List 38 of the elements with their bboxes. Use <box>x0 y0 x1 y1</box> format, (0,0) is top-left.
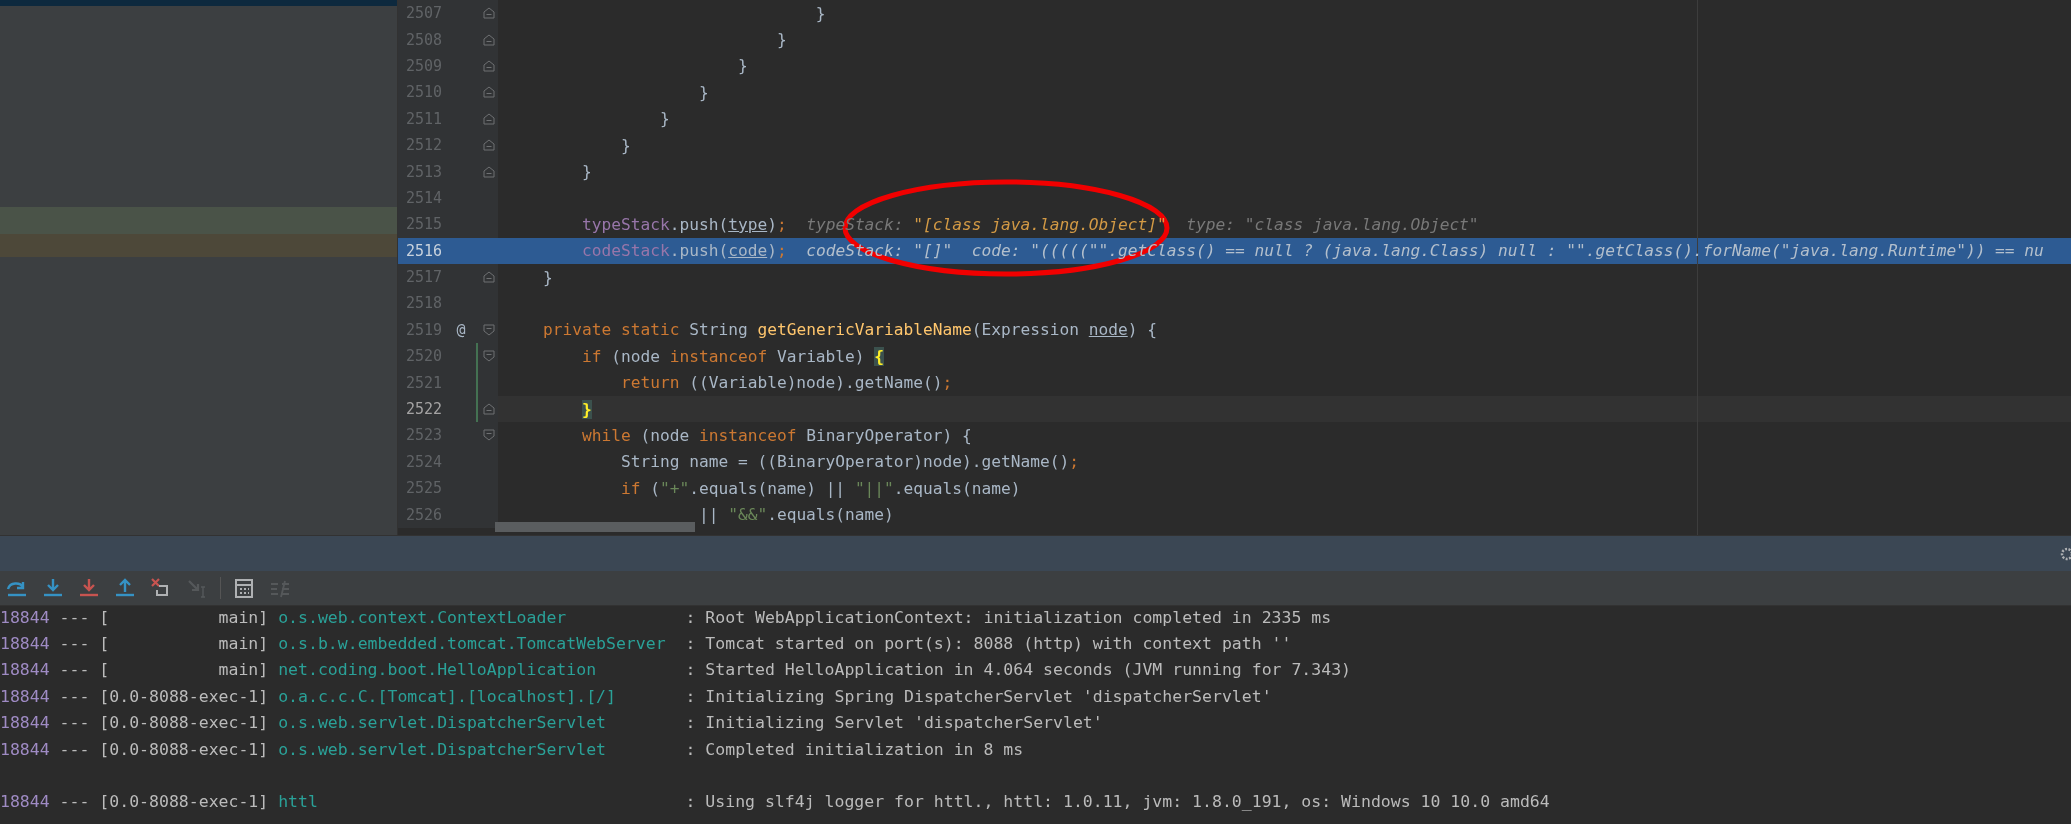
log-line: 18844 --- [0.0-8088-exec-1] o.a.c.c.C.[Tomcat].[localhost].[/] : Initializing Spring DispatcherServlet 'dispatcherServlet' <box>0 685 1273 708</box>
fold-icon[interactable] <box>482 428 496 443</box>
log-line: 18844 --- [ main] o.s.web.context.ContextLoader : Root WebApplicationContext: initialization completed in 2335 ms <box>0 606 1333 629</box>
code-line: private static String getGenericVariableName(Expression node) { <box>541 320 1157 340</box>
fold-icon[interactable] <box>482 164 496 179</box>
code-line: } <box>814 3 826 23</box>
fold-icon[interactable] <box>482 32 496 47</box>
code-line: if ("+".equals(name) || "||".equals(name) <box>619 478 1021 498</box>
fold-icon[interactable] <box>482 85 496 100</box>
code-line: } <box>697 82 709 102</box>
code-line: while (node instanceof BinaryOperator) { <box>580 425 972 445</box>
fold-icon[interactable] <box>482 58 496 73</box>
code-line: } <box>541 267 553 287</box>
log-line: 18844 --- [0.0-8088-exec-1] o.s.web.servlet.DispatcherServlet : Initializing Servlet 'dispatcherServlet' <box>0 712 1104 735</box>
line-number: 2522 <box>404 400 442 419</box>
scrollbar[interactable] <box>495 522 695 532</box>
fold-icon[interactable] <box>482 349 496 364</box>
log-line: 18844 --- [ main] o.s.b.w.embedded.tomcat.TomcatWebServer : Tomcat started on port(s): 8088 (http) with context path '' <box>0 633 1293 656</box>
code-line: } <box>736 56 748 76</box>
code-line: } <box>619 135 631 155</box>
code-line: } <box>775 30 787 50</box>
fold-icon[interactable] <box>482 138 496 153</box>
fold-icon[interactable] <box>482 322 496 337</box>
fold-icon[interactable] <box>482 111 496 126</box>
fold-icon[interactable] <box>482 402 496 417</box>
code-line: if (node instanceof Variable) { <box>580 346 885 366</box>
log-line: 18844 --- [0.0-8088-exec-1] o.s.web.servlet.DispatcherServlet : Completed initialization in 8 ms <box>0 738 1025 761</box>
code-line: } <box>658 109 670 129</box>
fold-icon[interactable] <box>482 270 496 285</box>
code-line: || "&&".equals(name) <box>697 505 894 525</box>
gutter-mark[interactable]: @ <box>456 320 466 339</box>
code-line: String name = ((BinaryOperator)node).getName(); <box>619 452 1079 472</box>
log-line: 18844 --- [0.0-8088-exec-1] httl : Using slf4j logger for httl., httl: 1.0.11, jvm: 1.8.0_191, os: Windows 10 10.0 amd64 <box>0 791 1551 814</box>
line-number: 2516 <box>404 241 442 260</box>
code-line: } <box>580 162 592 182</box>
log-line: 18844 --- [ main] net.coding.boot.HelloApplication : Started HelloApplication in 4.064 seconds (JVM running for 7.343) <box>0 659 1353 682</box>
fold-icon[interactable] <box>482 6 496 21</box>
code-line: return ((Variable)node).getName(); <box>619 373 953 393</box>
